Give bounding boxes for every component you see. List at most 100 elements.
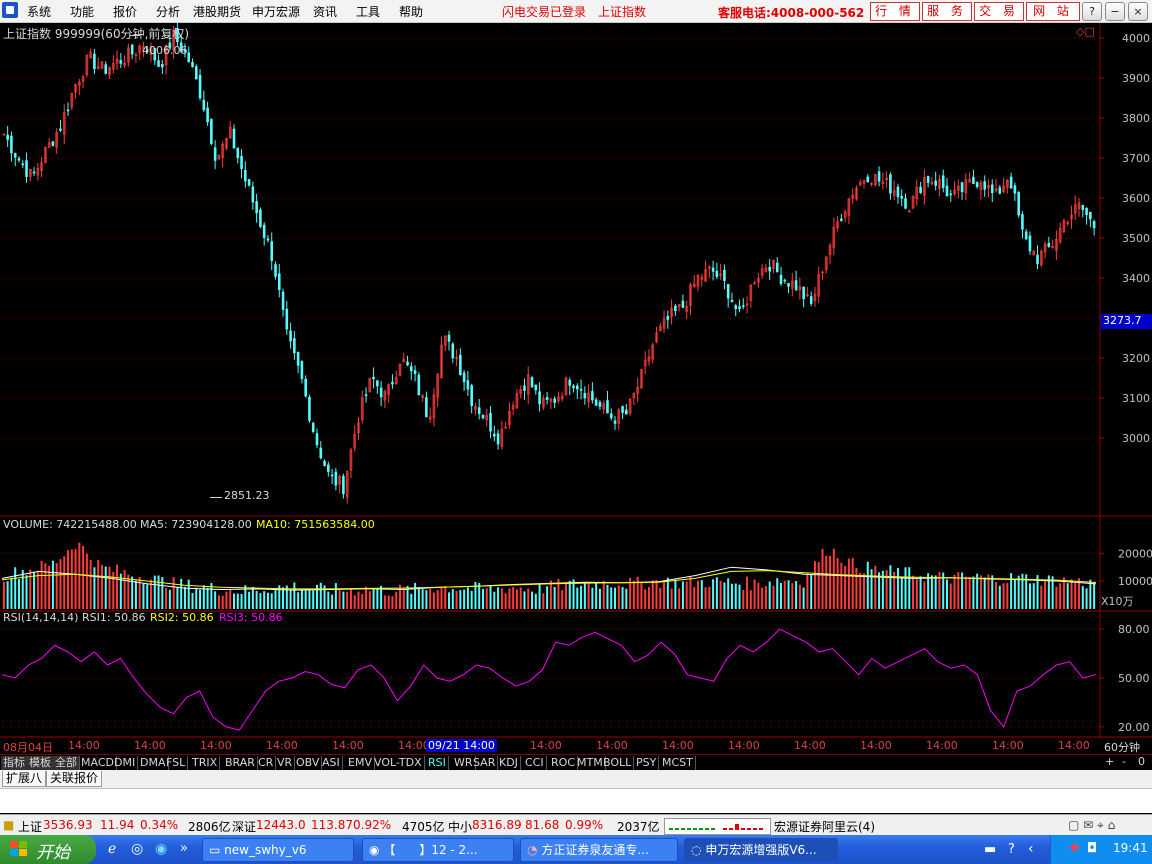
volume-bar: [840, 562, 843, 609]
volume-bar: [33, 571, 36, 609]
tab-voltdx[interactable]: VOL-TDX: [372, 756, 425, 770]
kline-chart-svg[interactable]: 3000310032003300340035003600370038003900…: [0, 23, 1152, 738]
tray-shield-icon[interactable]: ◘: [1087, 841, 1097, 856]
tab-sar[interactable]: SAR: [471, 756, 499, 770]
sh-index-name[interactable]: 上证: [18, 818, 42, 835]
tab-trix[interactable]: TRIX: [190, 756, 221, 770]
quicklaunch-browser-icon[interactable]: ◉: [155, 841, 167, 857]
tab-[interactable]: 模板: [27, 756, 54, 770]
chart-area[interactable]: 3000310032003300340035003600370038003900…: [0, 23, 1152, 754]
volume-bar: [670, 588, 673, 609]
service-button[interactable]: 服 务: [922, 2, 972, 21]
indicator-tabs: 指标 模板 全部 MACD DMI DMA FSL TRIX BRAR CR VR OBV ASI EMV…: [0, 754, 1152, 771]
period-label[interactable]: 60分钟: [1104, 739, 1140, 755]
volume-bar: [730, 583, 733, 609]
price-candle: [941, 175, 945, 188]
price-candle: [251, 186, 255, 203]
volume-bar: [1066, 583, 1069, 609]
menu-analysis[interactable]: 分析: [156, 3, 180, 20]
price-candle: [734, 305, 738, 309]
tab-fsl[interactable]: FSL: [164, 756, 189, 770]
status-tray-icons[interactable]: ▢ ✉ ⌖ ⌂: [1068, 818, 1115, 833]
menu-quote[interactable]: 报价: [113, 3, 137, 20]
price-candle: [247, 179, 251, 186]
tab-emv[interactable]: EMV: [346, 756, 375, 770]
menu-tools[interactable]: 工具: [356, 3, 380, 20]
task-fangzheng[interactable]: ◔ 方正证券泉友通专...: [520, 838, 678, 862]
task-shenwan[interactable]: ◌ 申万宏源增强版V6...: [684, 838, 838, 862]
tab-mcst[interactable]: MCST: [660, 756, 696, 770]
close-window-icon[interactable]: ×: [1128, 2, 1148, 21]
tab-[interactable]: 指标: [1, 756, 28, 770]
market-button[interactable]: 行 情: [870, 2, 920, 21]
volume-unit: X10万: [1101, 595, 1134, 608]
volume-bar: [168, 589, 171, 609]
chart-zoom-icon[interactable]: ◇□: [1076, 25, 1095, 38]
price-candle: [293, 338, 296, 354]
menu-system[interactable]: 系统: [27, 3, 51, 20]
help-window-icon[interactable]: ?: [1082, 2, 1102, 21]
volume-bar: [866, 561, 869, 609]
price-candle: [198, 74, 202, 99]
zx-index-pct: 0.99%: [565, 818, 604, 832]
volume-bar: [1013, 579, 1016, 609]
tab-dmi[interactable]: DMI: [112, 756, 139, 770]
tray-keyboard-icon[interactable]: ▬: [984, 842, 996, 857]
tab-related-quotes[interactable]: 关联报价: [46, 771, 103, 787]
sz-index-value: 12443.0: [256, 818, 306, 832]
tab-kdj[interactable]: KDJ: [497, 756, 521, 770]
tab-boll[interactable]: BOLL: [601, 756, 635, 770]
quicklaunch-app-icon[interactable]: ◎: [131, 841, 143, 857]
volume-bar: [368, 591, 371, 609]
tab-extension8[interactable]: 扩展八: [2, 771, 47, 787]
zoom-in-button[interactable]: +: [1105, 755, 1114, 768]
time-axis-label: 09/21 14:00: [426, 739, 497, 752]
volume-bar: [180, 578, 183, 609]
server-name[interactable]: 宏源证券阿里云(4): [774, 818, 875, 835]
menu-shenwan[interactable]: 申万宏源: [252, 3, 300, 20]
tab-asi[interactable]: ASI: [320, 756, 343, 770]
tray-help-icon[interactable]: ?: [1008, 842, 1015, 857]
quicklaunch-more-icon[interactable]: »: [180, 841, 188, 856]
zx-index-name[interactable]: 中小: [448, 818, 472, 835]
volume-bar: [715, 577, 718, 609]
price-candle: [983, 181, 987, 190]
start-button[interactable]: 开始: [0, 835, 96, 864]
windows-taskbar: 开始 ℯ ◎ ◉ » ▭ new_swhy_v6 ◉ 【 】12 - 2... …: [0, 835, 1152, 864]
volume-bar: [659, 587, 662, 609]
tab-brar[interactable]: BRAR: [223, 756, 258, 770]
sz-index-name[interactable]: 深证: [232, 818, 256, 835]
trade-button[interactable]: 交 易: [974, 2, 1024, 21]
volume-bar: [372, 589, 375, 609]
volume-bar: [553, 586, 556, 609]
volume-bar: [134, 580, 137, 609]
menu-function[interactable]: 功能: [70, 3, 94, 20]
quicklaunch-ie-icon[interactable]: ℯ: [108, 841, 116, 857]
minimize-window-icon[interactable]: −: [1105, 2, 1125, 21]
website-button[interactable]: 网 站: [1026, 2, 1080, 21]
price-candle: [21, 163, 25, 166]
tab-roc[interactable]: ROC: [549, 756, 578, 770]
volume-bar: [542, 593, 545, 609]
tab-cci[interactable]: CCI: [523, 756, 547, 770]
zoom-out-button[interactable]: -: [1122, 755, 1126, 768]
tab-rsi[interactable]: RSI: [426, 756, 449, 770]
zoom-reset-button[interactable]: 0: [1138, 755, 1145, 768]
menu-news[interactable]: 资讯: [313, 3, 337, 20]
tray-arrow-icon[interactable]: ‹: [1028, 841, 1034, 857]
tray-security-icon[interactable]: ✚: [1069, 841, 1080, 856]
task-doc[interactable]: ◉ 【 】12 - 2...: [362, 838, 514, 862]
tab-obv[interactable]: OBV: [294, 756, 323, 770]
price-candle: [462, 372, 466, 383]
task-new-swhy[interactable]: ▭ new_swhy_v6: [202, 838, 354, 862]
price-candle: [775, 262, 779, 272]
tab-cr[interactable]: CR: [256, 756, 277, 770]
menu-help[interactable]: 帮助: [399, 3, 423, 20]
menu-hk-futures[interactable]: 港股期货: [193, 3, 241, 20]
volume-bar: [504, 593, 507, 609]
current-price-tag: 3273.7: [1101, 314, 1152, 329]
tab-psy[interactable]: PSY: [634, 756, 660, 770]
tab-vr[interactable]: VR: [275, 756, 296, 770]
volume-bar: [595, 582, 598, 609]
tab-[interactable]: 全部: [53, 756, 80, 770]
